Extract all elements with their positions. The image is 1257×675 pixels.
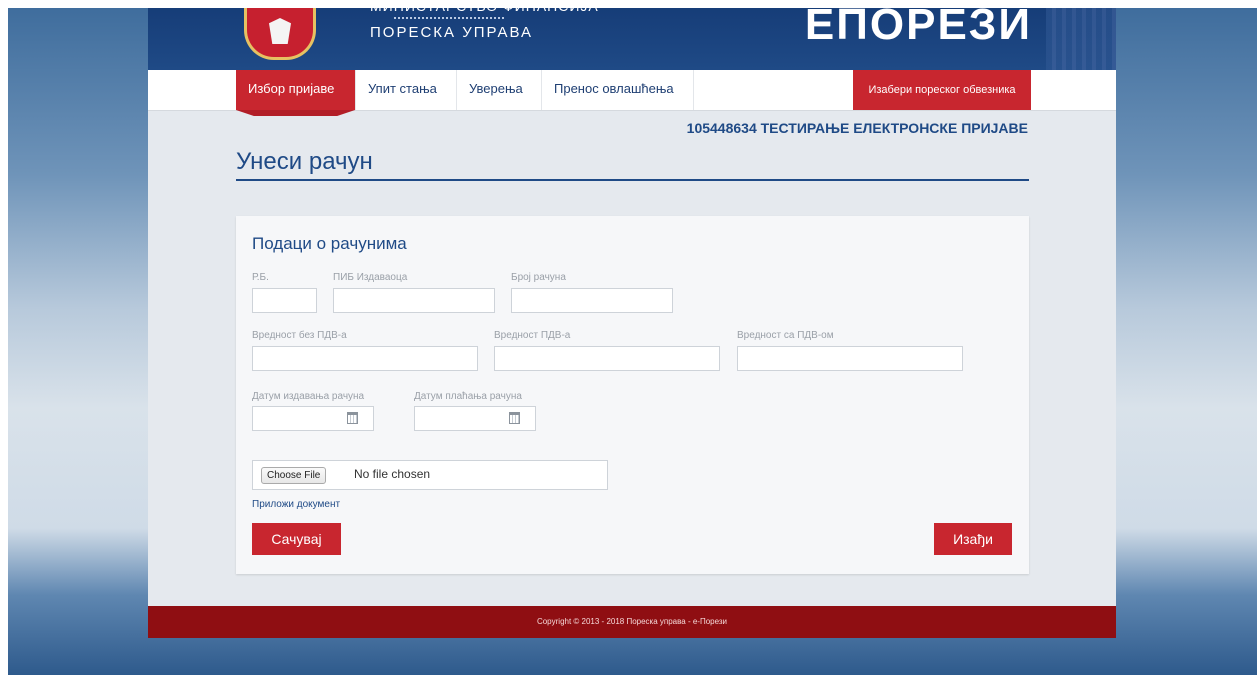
rb-input[interactable]	[252, 288, 317, 313]
choose-file-button[interactable]: Choose File	[261, 467, 327, 484]
brand-logo[interactable]: ЕПОРЕЗИ	[805, 0, 1032, 50]
agency-name: ПОРЕСКА УПРАВА	[370, 24, 534, 41]
value-no-vat-label: Вредност без ПДВ-а	[252, 330, 347, 341]
nav-item-upit-stanja[interactable]: Упит стања	[356, 70, 457, 110]
nav-item-izbor-prijave[interactable]: Избор пријаве	[236, 70, 356, 110]
value-with-vat-label: Вредност са ПДВ-ом	[737, 330, 834, 341]
taxpayer-label: 105448634 ТЕСТИРАЊЕ ЕЛЕКТРОНСКЕ ПРИЈАВЕ	[686, 120, 1028, 136]
coat-of-arms-logo	[244, 8, 316, 60]
title-divider	[236, 179, 1029, 181]
file-input[interactable]: Choose File No file chosen	[252, 460, 608, 490]
pay-date-label: Датум плаћања рачуна	[414, 391, 522, 402]
value-with-vat-input[interactable]	[737, 346, 963, 371]
attach-document-link[interactable]: Приложи документ	[252, 499, 340, 510]
invoice-number-label: Број рачуна	[511, 272, 566, 283]
calendar-icon[interactable]	[347, 412, 358, 424]
nav-item-prenos-ovlascenja[interactable]: Пренос овлашћења	[542, 70, 694, 110]
page-container: МИНИСТАРСТВО ФИНАНСИЈА ПОРЕСКА УПРАВА ЕП…	[148, 0, 1116, 638]
save-button[interactable]: Сачувај	[252, 523, 341, 555]
pib-label: ПИБ Издаваоца	[333, 272, 408, 283]
exit-button[interactable]: Изађи	[934, 523, 1012, 555]
ministry-name: МИНИСТАРСТВО ФИНАНСИЈА	[370, 0, 599, 14]
footer-copyright: Copyright © 2013 - 2018 Пореска управа -…	[148, 606, 1116, 638]
calendar-icon[interactable]	[509, 412, 520, 424]
nav-item-uverenja[interactable]: Уверења	[457, 70, 542, 110]
building-image	[1046, 8, 1116, 70]
file-status-text: No file chosen	[354, 467, 431, 481]
section-title: Подаци о рачунима	[252, 234, 407, 253]
invoice-number-input[interactable]	[511, 288, 673, 313]
vat-input[interactable]	[494, 346, 720, 371]
issue-date-label: Датум издавања рачуна	[252, 391, 365, 402]
rb-label: Р.Б.	[252, 272, 269, 283]
invoice-form-card: Подаци о рачунима Р.Б. ПИБ Издаваоца Бро…	[236, 216, 1029, 574]
vat-label: Вредност ПДВ-а	[494, 330, 571, 341]
pay-date-input[interactable]	[414, 406, 536, 431]
choose-taxpayer-button[interactable]: Изабери пореског обвезника	[853, 70, 1031, 110]
issue-date-input[interactable]	[252, 406, 374, 431]
page-title: Унеси рачун	[236, 148, 373, 175]
value-no-vat-input[interactable]	[252, 346, 478, 371]
pib-input[interactable]	[333, 288, 495, 313]
site-header: МИНИСТАРСТВО ФИНАНСИЈА ПОРЕСКА УПРАВА ЕП…	[148, 0, 1116, 70]
